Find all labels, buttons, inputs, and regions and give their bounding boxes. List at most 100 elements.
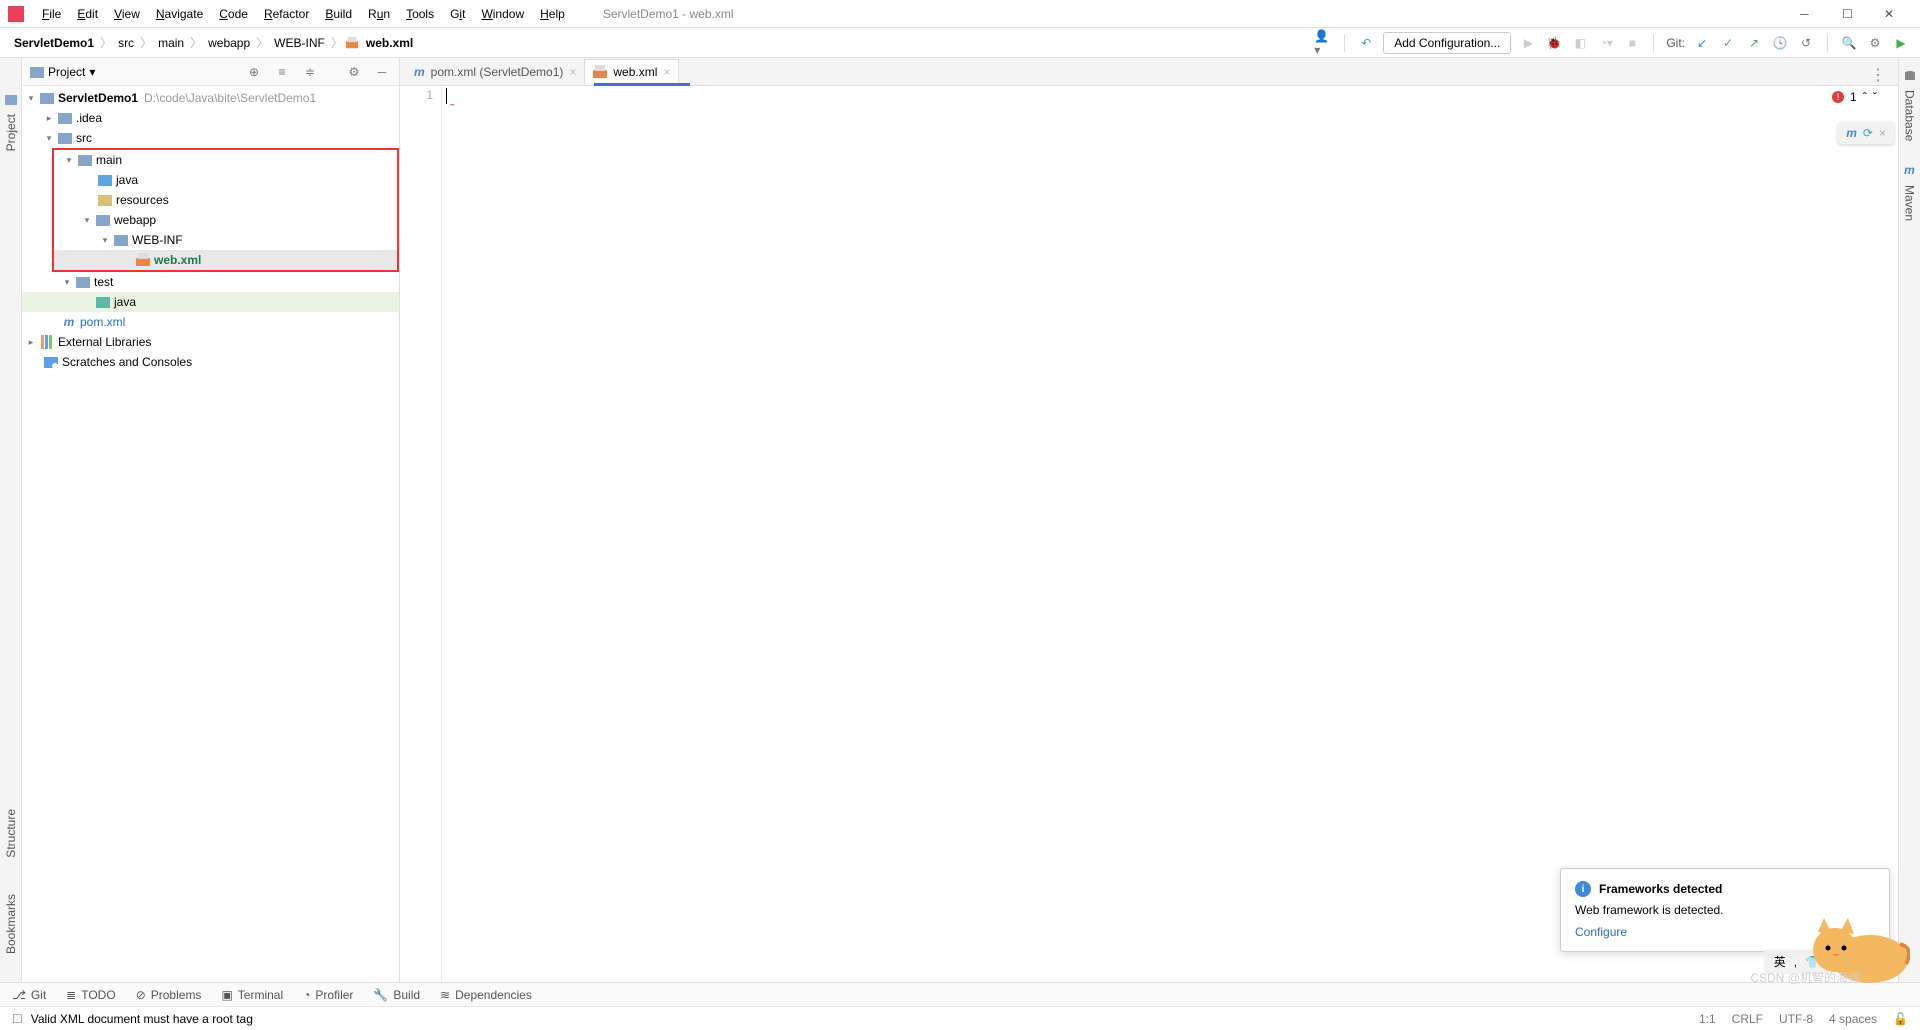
back-icon[interactable]: ↶ bbox=[1357, 34, 1375, 52]
tree-test-java[interactable]: java bbox=[22, 292, 399, 312]
inspection-strip[interactable]: ! 1 ˆ ˇ bbox=[1826, 86, 1898, 108]
profile-icon[interactable]: ◔▾ bbox=[1597, 34, 1615, 52]
menu-refactor[interactable]: Refactor bbox=[256, 7, 317, 21]
tool-build[interactable]: 🔧 Build bbox=[373, 988, 420, 1002]
menu-window[interactable]: Window bbox=[473, 7, 532, 21]
menu-tools[interactable]: Tools bbox=[398, 7, 442, 21]
sidebar-title-dropdown[interactable]: Project ▾ bbox=[30, 65, 95, 79]
line-number: 1 bbox=[400, 88, 433, 102]
menu-navigate[interactable]: Navigate bbox=[148, 7, 211, 21]
tree-resources[interactable]: resources bbox=[54, 190, 397, 210]
close-tab-icon[interactable]: × bbox=[569, 65, 576, 79]
user-icon[interactable]: 👤▾ bbox=[1314, 34, 1332, 52]
tree-root[interactable]: ▾ ServletDemo1 D:\code\Java\bite\Servlet… bbox=[22, 88, 399, 108]
avatar-icon[interactable]: ▶ bbox=[1892, 34, 1910, 52]
close-tab-icon[interactable]: × bbox=[663, 65, 670, 79]
menu-view[interactable]: View bbox=[106, 7, 148, 21]
status-encoding[interactable]: UTF-8 bbox=[1779, 1012, 1813, 1026]
status-position[interactable]: 1:1 bbox=[1699, 1012, 1716, 1026]
editor-area: m pom.xml (ServletDemo1) × web.xml × ⋮ 1… bbox=[400, 58, 1898, 982]
git-history-icon[interactable]: 🕓 bbox=[1771, 34, 1789, 52]
add-configuration-button[interactable]: Add Configuration... bbox=[1383, 32, 1511, 54]
status-eol[interactable]: CRLF bbox=[1732, 1012, 1763, 1026]
gear-icon[interactable]: ⚙ bbox=[345, 63, 363, 81]
tool-profiler[interactable]: ◔ Profiler bbox=[303, 988, 353, 1002]
breadcrumb-file[interactable]: web.xml bbox=[362, 36, 417, 50]
menu-run[interactable]: Run bbox=[360, 7, 398, 21]
menu-file[interactable]: File bbox=[34, 7, 69, 21]
tool-tab-database[interactable]: Database bbox=[1901, 82, 1919, 149]
minimize-icon[interactable]: ─ bbox=[1800, 7, 1814, 21]
sidebar-title-label: Project bbox=[48, 65, 85, 79]
breadcrumb[interactable]: src bbox=[114, 36, 138, 50]
menu-code[interactable]: Code bbox=[211, 7, 256, 21]
breadcrumb-root[interactable]: ServletDemo1 bbox=[10, 36, 98, 50]
tab-overflow-icon[interactable]: ⋮ bbox=[1858, 65, 1898, 85]
editor-tabs: m pom.xml (ServletDemo1) × web.xml × ⋮ bbox=[400, 58, 1898, 86]
search-icon[interactable]: 🔍 bbox=[1840, 34, 1858, 52]
folder-icon bbox=[78, 153, 92, 167]
debug-icon[interactable]: 🐞 bbox=[1545, 34, 1563, 52]
menu-edit[interactable]: Edit bbox=[69, 7, 106, 21]
tree-webinf[interactable]: ▾ WEB-INF bbox=[54, 230, 397, 250]
tree-webapp[interactable]: ▾ webapp bbox=[54, 210, 397, 230]
tree-src[interactable]: ▾ src bbox=[22, 128, 399, 148]
tool-dependencies[interactable]: ≋ Dependencies bbox=[440, 988, 532, 1002]
tool-tab-structure[interactable]: Structure bbox=[2, 801, 20, 866]
menu-build[interactable]: Build bbox=[317, 7, 360, 21]
git-commit-icon[interactable]: ✓ bbox=[1719, 34, 1737, 52]
tree-idea[interactable]: ▸ .idea bbox=[22, 108, 399, 128]
folder-icon bbox=[30, 65, 44, 79]
tool-problems[interactable]: ⊘ Problems bbox=[136, 988, 202, 1002]
breadcrumb[interactable]: webapp bbox=[204, 36, 254, 50]
tree-pom[interactable]: m pom.xml bbox=[22, 312, 399, 332]
git-revert-icon[interactable]: ↺ bbox=[1797, 34, 1815, 52]
collapse-all-icon[interactable]: ≑ bbox=[301, 63, 319, 81]
folder-icon bbox=[114, 233, 128, 247]
editor-body[interactable]: 1 ˷ ! 1 ˆ ˇ m ⟳ × bbox=[400, 86, 1898, 982]
tool-terminal[interactable]: ▣ Terminal bbox=[221, 988, 283, 1002]
tree-main[interactable]: ▾ main bbox=[54, 150, 397, 170]
menu-help[interactable]: Help bbox=[532, 7, 573, 21]
maximize-icon[interactable]: ☐ bbox=[1842, 7, 1856, 21]
tool-git[interactable]: ⎇ Git bbox=[12, 988, 46, 1002]
coverage-icon[interactable]: ◧ bbox=[1571, 34, 1589, 52]
maven-icon: m bbox=[414, 65, 425, 79]
git-push-icon[interactable]: ↗ bbox=[1745, 34, 1763, 52]
tool-tab-maven[interactable]: Maven bbox=[1901, 177, 1919, 229]
tool-todo[interactable]: ≣ TODO bbox=[66, 988, 116, 1002]
editor-tab-webxml[interactable]: web.xml × bbox=[584, 59, 679, 85]
expand-all-icon[interactable]: ≡ bbox=[273, 63, 291, 81]
refresh-icon[interactable]: ⟳ bbox=[1863, 126, 1873, 140]
tool-tab-project[interactable]: Project bbox=[2, 106, 20, 159]
tree-external[interactable]: ▸ External Libraries bbox=[22, 332, 399, 352]
locate-icon[interactable]: ⊕ bbox=[245, 63, 263, 81]
prev-error-icon[interactable]: ˆ bbox=[1863, 90, 1867, 104]
tree-scratches[interactable]: Scratches and Consoles bbox=[22, 352, 399, 372]
tool-tab-bookmarks[interactable]: Bookmarks bbox=[2, 886, 20, 962]
close-icon[interactable]: × bbox=[1879, 126, 1886, 140]
tree-java[interactable]: java bbox=[54, 170, 397, 190]
status-readonly-icon[interactable]: 🔓 bbox=[1893, 1012, 1908, 1026]
status-indent[interactable]: 4 spaces bbox=[1829, 1012, 1877, 1026]
editor-content[interactable]: ˷ bbox=[442, 86, 1898, 982]
settings-icon[interactable]: ⚙ bbox=[1866, 34, 1884, 52]
configure-link[interactable]: Configure bbox=[1575, 925, 1627, 939]
tree-test[interactable]: ▾ test bbox=[22, 272, 399, 292]
tree-label: resources bbox=[116, 193, 169, 207]
next-error-icon[interactable]: ˇ bbox=[1873, 90, 1877, 104]
stop-icon[interactable]: ■ bbox=[1623, 34, 1641, 52]
error-count: 1 bbox=[1850, 90, 1857, 104]
folder-icon bbox=[58, 131, 72, 145]
breadcrumb[interactable]: WEB-INF bbox=[270, 36, 329, 50]
menu-git[interactable]: Git bbox=[442, 7, 473, 21]
tree-webxml[interactable]: web.xml bbox=[54, 250, 397, 270]
breadcrumb[interactable]: main bbox=[154, 36, 188, 50]
editor-tab-pom[interactable]: m pom.xml (ServletDemo1) × bbox=[406, 59, 584, 85]
hide-icon[interactable]: ─ bbox=[373, 63, 391, 81]
git-pull-icon[interactable]: ↙ bbox=[1693, 34, 1711, 52]
maven-reload-widget[interactable]: m ⟳ × bbox=[1838, 122, 1894, 144]
close-window-icon[interactable]: ✕ bbox=[1884, 7, 1898, 21]
run-icon[interactable]: ▶ bbox=[1519, 34, 1537, 52]
tree-label: Scratches and Consoles bbox=[62, 355, 192, 369]
